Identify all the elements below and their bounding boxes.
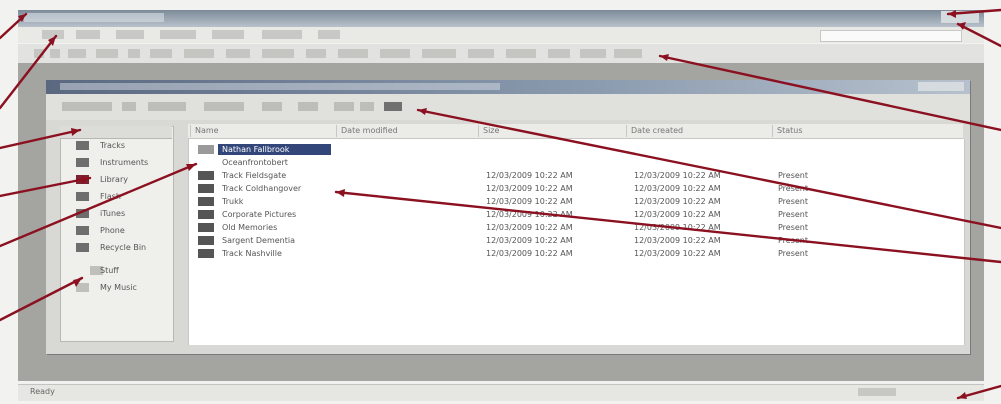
callout-arrow <box>0 162 198 248</box>
arrowhead <box>186 164 196 171</box>
callout-arrow <box>0 128 82 150</box>
callout-arrow <box>658 54 1001 132</box>
callout-arrow <box>956 22 1001 48</box>
callout-arrow <box>0 34 58 110</box>
callout-arrows <box>0 8 1001 400</box>
arrowhead <box>73 278 82 287</box>
arrowhead <box>958 392 967 399</box>
callout-arrow <box>334 190 1001 264</box>
callout-arrow <box>0 176 92 198</box>
callout-arrow <box>0 276 84 322</box>
arrowhead <box>948 10 956 18</box>
